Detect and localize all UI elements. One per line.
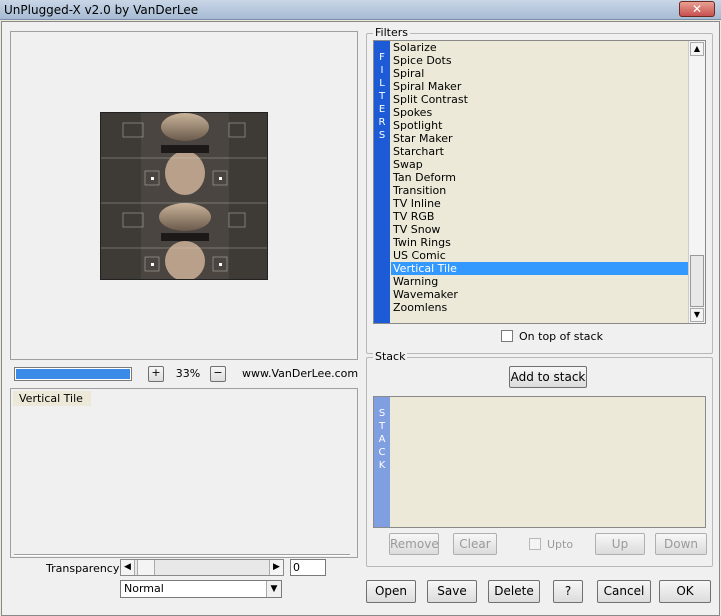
website-link[interactable]: www.VanDerLee.com [242, 367, 358, 380]
separator [14, 554, 350, 556]
filter-list-item[interactable]: TV Inline [391, 197, 688, 210]
zoom-level: 33% [175, 367, 201, 380]
filter-list-item[interactable]: TV Snow [391, 223, 688, 236]
filter-list-item[interactable]: Spotlight [391, 119, 688, 132]
filters-vertical-letter: L [379, 78, 385, 89]
scroll-up-arrow-icon[interactable]: ▲ [690, 42, 704, 56]
filter-list-item[interactable]: Swap [391, 158, 688, 171]
chevron-down-icon[interactable]: ▼ [266, 581, 281, 597]
stack-vertical-letter: C [378, 447, 386, 458]
stack-vertical-label: STACK [374, 397, 390, 527]
progress-fill [16, 369, 130, 379]
close-button[interactable]: ✕ [679, 1, 715, 17]
filter-list-item[interactable]: Transition [391, 184, 688, 197]
add-to-stack-button[interactable]: Add to stack [509, 366, 587, 388]
stack-vertical-letter: K [378, 460, 386, 471]
preview-panel [10, 31, 358, 360]
minus-icon: − [213, 366, 223, 379]
filters-group: Filters FILTERS Solarize Spice Dots Spiral… [366, 26, 713, 354]
filters-vertical-letter: F [379, 52, 385, 63]
save-button[interactable]: Save [427, 580, 477, 603]
filter-list-item[interactable]: Star Maker [391, 132, 688, 145]
filters-vertical-letter: S [378, 130, 386, 141]
filters-vertical-letter: R [378, 117, 386, 128]
selected-filter-label: Vertical Tile [13, 391, 91, 406]
filter-list-item[interactable]: Spokes [391, 106, 688, 119]
filter-list-item[interactable]: Twin Rings [391, 236, 688, 249]
filter-settings-panel: Vertical Tile [10, 388, 358, 558]
slider-right-arrow-icon[interactable]: ▶ [269, 560, 283, 575]
transparency-slider[interactable]: ◀ ▶ [120, 559, 284, 576]
filter-list-item[interactable]: Spiral [391, 67, 688, 80]
zoom-out-button[interactable]: − [210, 366, 226, 382]
clear-button[interactable]: Clear [453, 533, 497, 555]
stack-vertical-letter: A [378, 434, 386, 445]
cancel-button[interactable]: Cancel [597, 580, 651, 603]
scroll-down-arrow-icon[interactable]: ▼ [690, 308, 704, 322]
window-title: UnPlugged-X v2.0 by VanDerLee [4, 3, 199, 17]
filter-list-item[interactable]: Zoomlens [391, 301, 688, 314]
delete-button[interactable]: Delete [488, 580, 540, 603]
stack-group: Stack Add to stack STACK Remove Clear Up… [366, 350, 713, 567]
blend-mode-value: Normal [124, 582, 164, 595]
on-top-of-stack-label: On top of stack [519, 330, 603, 343]
open-button[interactable]: Open [366, 580, 416, 603]
blend-mode-select[interactable]: Normal ▼ [120, 580, 282, 598]
plus-icon: + [151, 366, 161, 379]
filters-vertical-letter: I [380, 65, 384, 76]
preview-tile-graphic [101, 113, 267, 279]
filter-list-item[interactable]: Wavemaker [391, 288, 688, 301]
slider-thumb[interactable] [137, 560, 155, 575]
up-button[interactable]: Up [595, 533, 645, 555]
filters-vertical-letter: T [378, 91, 386, 102]
dialog-client: + 33% − www.VanDerLee.com Vertical Tile … [1, 21, 720, 616]
filters-scrollbar[interactable]: ▲ ▼ [688, 41, 705, 323]
filters-vertical-label: FILTERS [374, 41, 390, 323]
stack-vertical-letter: T [378, 421, 386, 432]
filter-list-item[interactable]: Spice Dots [391, 54, 688, 67]
transparency-input[interactable]: 0 [290, 559, 326, 576]
filter-list-item[interactable]: Vertical Tile [391, 262, 688, 275]
filters-listbox[interactable]: FILTERS Solarize Spice Dots Spiral Spiral M… [373, 40, 706, 324]
on-top-of-stack-checkbox[interactable] [501, 330, 513, 342]
title-bar: UnPlugged-X v2.0 by VanDerLee ✕ [0, 0, 721, 20]
remove-button[interactable]: Remove [389, 533, 439, 555]
zoom-in-button[interactable]: + [148, 366, 164, 382]
filter-list-item[interactable]: Split Contrast [391, 93, 688, 106]
filter-list-item[interactable]: Solarize [391, 41, 688, 54]
stack-group-title: Stack [373, 350, 408, 363]
render-progress-bar [14, 367, 132, 381]
preview-image[interactable] [100, 112, 268, 280]
down-button[interactable]: Down [655, 533, 707, 555]
filters-list[interactable]: Solarize Spice Dots Spiral Spiral Maker Spli… [391, 41, 688, 323]
stack-listbox[interactable]: STACK [373, 396, 706, 528]
filter-list-item[interactable]: TV RGB [391, 210, 688, 223]
upto-label: Upto [547, 538, 574, 551]
filter-list-item[interactable]: US Comic [391, 249, 688, 262]
stack-vertical-letter: S [378, 408, 386, 419]
transparency-label: Transparency [46, 562, 120, 575]
filter-list-item[interactable]: Warning [391, 275, 688, 288]
help-button[interactable]: ? [553, 580, 583, 603]
filter-list-item[interactable]: Starchart [391, 145, 688, 158]
filters-group-title: Filters [373, 26, 410, 39]
slider-left-arrow-icon[interactable]: ◀ [121, 560, 135, 575]
filter-list-item[interactable]: Spiral Maker [391, 80, 688, 93]
upto-checkbox[interactable] [529, 538, 541, 550]
filter-list-item[interactable]: Tan Deform [391, 171, 688, 184]
filters-vertical-letter: E [378, 104, 386, 115]
close-icon: ✕ [691, 2, 703, 16]
scroll-thumb[interactable] [690, 255, 704, 307]
ok-button[interactable]: OK [659, 580, 711, 603]
